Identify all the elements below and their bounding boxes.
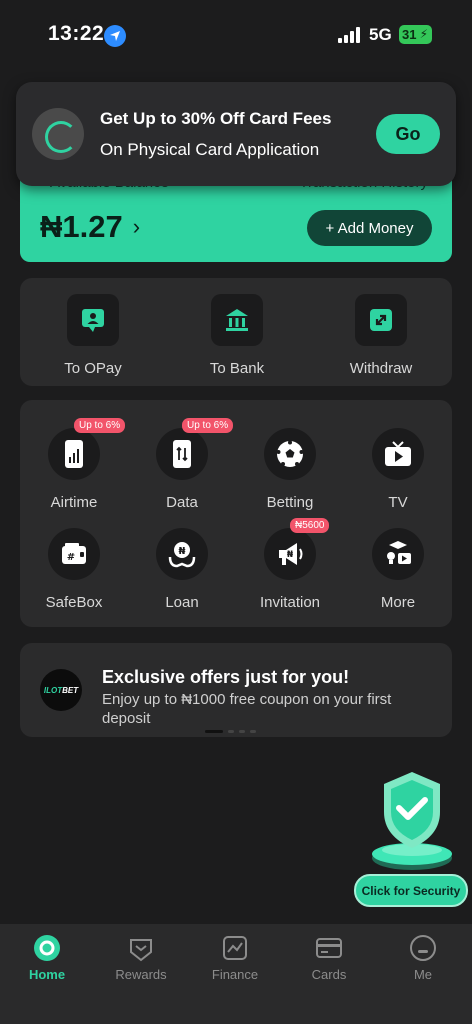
airtime-badge: Up to 6% <box>74 418 126 433</box>
safebox-label: SafeBox <box>45 594 103 611</box>
balance-value: ₦1.27 <box>40 209 123 244</box>
promo-notification[interactable]: Get Up to 30% Off Card Fees On Physical … <box>16 82 456 186</box>
bottom-nav: Home Rewards Finance Cards Me <box>0 924 472 1024</box>
services-card: Up to 6% Airtime Up to 6% Data Betting T… <box>20 400 452 627</box>
airtime-button[interactable]: Up to 6% Airtime <box>24 418 126 511</box>
me-icon <box>409 934 437 962</box>
loan-label: Loan <box>165 594 199 611</box>
add-money-button[interactable]: + Add Money <box>307 210 432 246</box>
tv-label: TV <box>388 494 408 511</box>
rewards-icon <box>127 934 155 962</box>
location-arrow-icon <box>104 25 126 47</box>
withdraw-icon <box>355 294 407 346</box>
invitation-badge: ₦5600 <box>290 518 330 533</box>
nav-cards[interactable]: Cards <box>282 934 376 982</box>
withdraw-button[interactable]: Withdraw <box>331 294 431 377</box>
ilotbet-logo: ILOT BET <box>40 669 82 711</box>
promo-subtitle: On Physical Card Application <box>100 140 320 159</box>
svg-text:₦: ₦ <box>179 546 186 557</box>
carousel-indicator <box>205 730 256 733</box>
balance-amount[interactable]: ₦1.27 › <box>40 209 140 245</box>
status-time: 13:22 <box>48 22 105 45</box>
network-label: 5G <box>369 25 392 44</box>
nav-me-label: Me <box>413 967 433 982</box>
nav-rewards[interactable]: Rewards <box>94 934 188 982</box>
airtime-icon: Up to 6% <box>48 418 126 480</box>
nav-home[interactable]: Home <box>0 934 94 982</box>
charging-bolt-icon: ⚡ <box>419 27 428 41</box>
offer-title: Exclusive offers just for you! <box>102 667 350 687</box>
svg-text:₦: ₦ <box>287 550 294 560</box>
invitation-label: Invitation <box>259 594 321 611</box>
security-widget[interactable]: Click for Security <box>352 770 470 910</box>
click-for-security-button[interactable]: Click for Security <box>354 874 468 907</box>
data-label: Data <box>166 494 198 511</box>
svg-text:#: # <box>67 552 75 563</box>
to-opay-button[interactable]: To OPay <box>43 294 143 377</box>
nav-finance-label: Finance <box>211 967 259 982</box>
battery-level: 31 <box>402 27 417 42</box>
data-button[interactable]: Up to 6% Data <box>132 418 234 511</box>
withdraw-label: Withdraw <box>349 360 413 377</box>
status-bar: 13:22 5G 31 ⚡ <box>0 0 472 70</box>
promo-title: Get Up to 30% Off Card Fees <box>100 109 332 128</box>
safebox-icon: # <box>48 528 100 580</box>
airtime-label: Airtime <box>50 494 98 511</box>
more-icon <box>372 528 424 580</box>
data-badge: Up to 6% <box>182 418 234 433</box>
safebox-button[interactable]: # SafeBox <box>24 528 124 611</box>
loan-icon: ₦ <box>156 528 208 580</box>
megaphone-icon: ₦ ₦5600 <box>264 518 330 580</box>
signal-icon <box>338 27 362 43</box>
to-opay-label: To OPay <box>64 360 122 377</box>
nav-home-label: Home <box>28 967 66 982</box>
nav-me[interactable]: Me <box>376 934 470 982</box>
nav-cards-label: Cards <box>311 967 347 982</box>
shield-check-icon <box>372 772 452 870</box>
chevron-right-icon: › <box>132 214 141 239</box>
betting-button[interactable]: Betting <box>240 428 340 511</box>
opay-logo-icon <box>32 108 84 160</box>
nav-finance[interactable]: Finance <box>188 934 282 982</box>
to-bank-button[interactable]: To Bank <box>187 294 287 377</box>
offer-banner[interactable]: ILOT BET Exclusive offers just for you! E… <box>20 643 452 737</box>
bank-icon <box>211 294 263 346</box>
football-icon <box>264 428 316 480</box>
finance-icon <box>221 934 249 962</box>
offer-text: Enjoy up to ₦1000 free coupon on your fi… <box>102 691 392 727</box>
tv-icon <box>372 428 424 480</box>
more-button[interactable]: More <box>348 528 448 611</box>
to-bank-label: To Bank <box>209 360 265 377</box>
loan-button[interactable]: ₦ Loan <box>132 528 232 611</box>
more-label: More <box>380 594 416 611</box>
data-icon: Up to 6% <box>156 418 234 480</box>
promo-go-button[interactable]: Go <box>376 114 440 154</box>
transfer-card: To OPay To Bank Withdraw <box>20 278 452 386</box>
home-icon <box>33 934 61 962</box>
battery-indicator: 31 ⚡ <box>399 25 432 44</box>
betting-label: Betting <box>266 494 314 511</box>
invitation-button[interactable]: ₦ ₦5600 Invitation <box>240 518 340 611</box>
person-chat-icon <box>67 294 119 346</box>
tv-button[interactable]: TV <box>348 428 448 511</box>
cards-icon <box>315 934 343 962</box>
nav-rewards-label: Rewards <box>115 967 167 982</box>
